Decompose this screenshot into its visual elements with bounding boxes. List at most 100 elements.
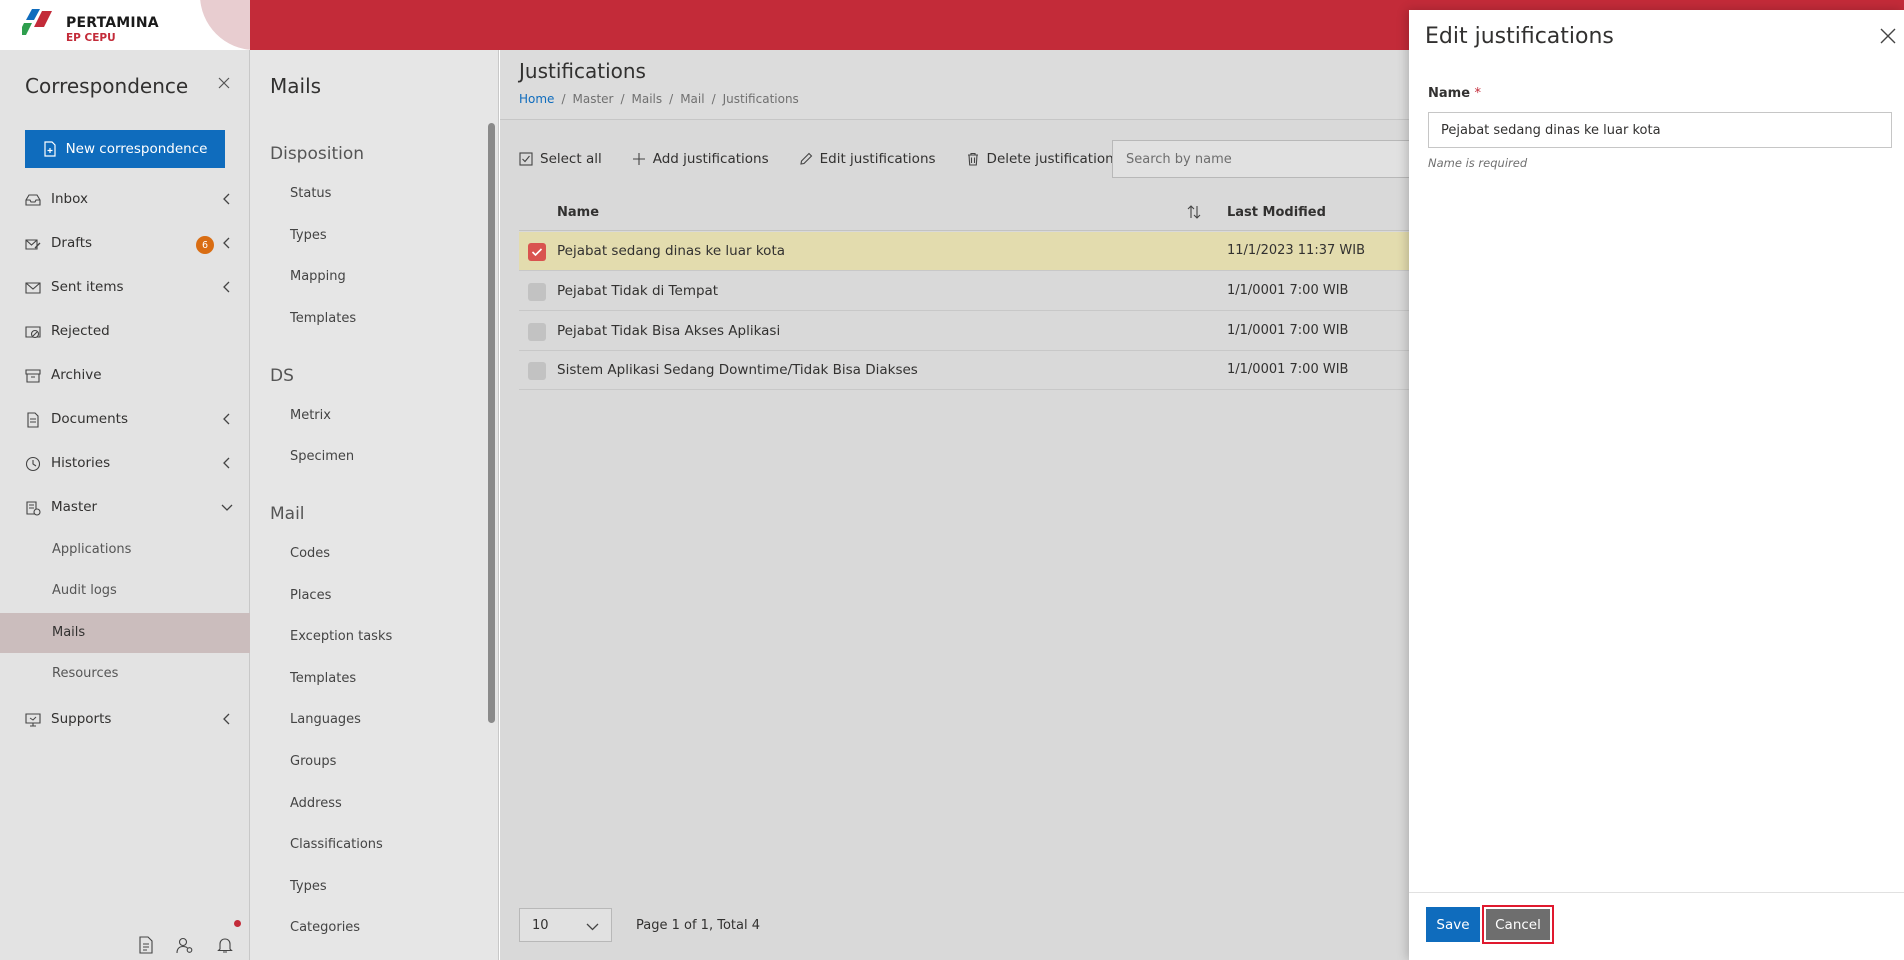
mails-nav-item[interactable]: Types xyxy=(290,879,327,894)
nav-item-drafts[interactable]: Drafts 6 xyxy=(0,224,250,262)
page-title: Justifications xyxy=(519,59,646,83)
nav-item-archive[interactable]: Archive xyxy=(0,356,250,394)
nav-item-sent-items[interactable]: Sent items xyxy=(0,268,250,306)
nav-item-label: Supports xyxy=(51,711,112,727)
nav-item-inbox[interactable]: Inbox xyxy=(0,180,250,218)
nav-bottom-bar xyxy=(0,930,250,960)
mails-nav-item[interactable]: Categories xyxy=(290,920,360,935)
mails-nav-title: Mails xyxy=(270,74,322,98)
mails-nav-item[interactable]: Mapping xyxy=(290,269,346,284)
drafts-icon xyxy=(25,239,41,250)
user-settings-icon[interactable] xyxy=(176,936,194,954)
mails-nav-item[interactable]: Places xyxy=(290,588,331,603)
nav-item-histories[interactable]: Histories xyxy=(0,444,250,482)
sub-item-mails[interactable]: Mails xyxy=(0,613,250,653)
nav-item-master[interactable]: Master xyxy=(0,488,250,526)
mails-nav-item[interactable]: Metrix xyxy=(290,408,331,423)
mails-nav-item[interactable]: Status xyxy=(290,186,331,201)
sent-icon xyxy=(25,282,41,294)
breadcrumb-mails[interactable]: Mails xyxy=(632,92,663,106)
nav-item-label: Rejected xyxy=(51,323,110,339)
left-navigation: Correspondence New correspondence Inbox … xyxy=(0,50,250,960)
close-nav-icon[interactable] xyxy=(216,75,232,91)
row-checkbox[interactable] xyxy=(528,243,546,261)
row-last-modified: 1/1/0001 7:00 WIB xyxy=(1227,323,1349,338)
sub-item-applications[interactable]: Applications xyxy=(0,530,250,570)
page-info: Page 1 of 1, Total 4 xyxy=(636,918,760,933)
section-ds: DS xyxy=(270,366,294,386)
sub-item-audit-logs[interactable]: Audit logs xyxy=(0,571,250,611)
page-size-value: 10 xyxy=(532,918,549,933)
select-all-button[interactable]: Select all xyxy=(519,151,602,167)
documents-icon xyxy=(27,412,39,428)
pertamina-logo-icon xyxy=(22,9,52,35)
row-last-modified: 1/1/0001 7:00 WIB xyxy=(1227,362,1349,377)
nav-item-label: Archive xyxy=(51,367,102,383)
breadcrumb-home[interactable]: Home xyxy=(519,92,554,106)
mails-nav-item[interactable]: Templates xyxy=(290,311,356,326)
plus-icon xyxy=(632,153,645,165)
nav-item-rejected[interactable]: Rejected xyxy=(0,312,250,350)
chevron-down-icon xyxy=(221,504,233,511)
bell-icon[interactable] xyxy=(216,936,234,954)
breadcrumb-master[interactable]: Master xyxy=(572,92,613,106)
page-size-dropdown[interactable]: 10 xyxy=(519,908,612,942)
section-mail: Mail xyxy=(270,504,305,524)
panel-title: Edit justifications xyxy=(1425,24,1614,49)
sort-icon[interactable] xyxy=(1186,204,1202,220)
save-button[interactable]: Save xyxy=(1426,907,1480,942)
cancel-highlight: Cancel xyxy=(1482,905,1554,944)
search-box[interactable] xyxy=(1112,140,1412,178)
mails-nav-item[interactable]: Specimen xyxy=(290,449,354,464)
sub-item-resources[interactable]: Resources xyxy=(0,654,250,694)
app-window: PERTAMINA EP CEPU Correspondence New cor… xyxy=(0,0,1904,960)
supports-icon xyxy=(25,713,41,727)
mails-nav-item[interactable]: Types xyxy=(290,228,327,243)
notification-dot xyxy=(234,920,241,927)
name-label-text: Name xyxy=(1428,86,1471,101)
logo-decor xyxy=(200,0,250,50)
edit-justifications-label: Edit justifications xyxy=(819,151,936,167)
row-checkbox[interactable] xyxy=(528,362,546,380)
mails-nav-scrollbar[interactable] xyxy=(488,123,495,723)
histories-icon xyxy=(25,456,41,472)
breadcrumb-separator: / xyxy=(620,92,625,106)
required-mark: * xyxy=(1474,86,1482,101)
close-icon[interactable] xyxy=(1879,27,1897,45)
search-input[interactable] xyxy=(1113,141,1411,177)
section-disposition: Disposition xyxy=(270,144,365,164)
rejected-icon xyxy=(25,326,41,339)
column-header-last-modified[interactable]: Last Modified xyxy=(1227,205,1326,220)
command-toolbar: Select all Add justifications Edit justi… xyxy=(519,140,1151,178)
mails-nav-item[interactable]: Languages xyxy=(290,712,361,727)
row-checkbox[interactable] xyxy=(528,283,546,301)
pencil-icon xyxy=(799,152,812,165)
mails-nav-item[interactable]: Groups xyxy=(290,754,336,769)
mails-nav-item[interactable]: Codes xyxy=(290,546,330,561)
mails-nav-item[interactable]: Address xyxy=(290,796,342,811)
nav-item-supports[interactable]: Supports xyxy=(0,700,250,738)
name-input[interactable] xyxy=(1429,113,1891,147)
mails-nav-item[interactable]: Classifications xyxy=(290,837,383,852)
mails-nav-item[interactable]: Exception tasks xyxy=(290,629,392,644)
breadcrumb-mail[interactable]: Mail xyxy=(680,92,704,106)
mails-nav-item[interactable]: Templates xyxy=(290,671,356,686)
new-document-icon xyxy=(43,141,56,157)
edit-justifications-button[interactable]: Edit justifications xyxy=(799,151,936,167)
nav-item-label: Histories xyxy=(51,455,111,471)
add-justifications-button[interactable]: Add justifications xyxy=(632,151,769,167)
name-field-label: Name * xyxy=(1428,86,1481,101)
panel-footer-divider xyxy=(1409,892,1904,893)
drafts-count-badge: 6 xyxy=(196,236,214,254)
nav-item-documents[interactable]: Documents xyxy=(0,400,250,438)
new-correspondence-button[interactable]: New correspondence xyxy=(25,130,225,168)
breadcrumb-justifications: Justifications xyxy=(722,92,799,106)
cancel-button[interactable]: Cancel xyxy=(1486,909,1550,940)
row-checkbox[interactable] xyxy=(528,323,546,341)
name-field[interactable] xyxy=(1428,112,1892,148)
document-icon[interactable] xyxy=(137,936,155,954)
column-header-name[interactable]: Name xyxy=(557,205,599,220)
logo-area: PERTAMINA EP CEPU xyxy=(0,0,250,50)
delete-justifications-button[interactable]: Delete justifications xyxy=(966,151,1121,167)
nav-item-label: Documents xyxy=(51,411,128,427)
